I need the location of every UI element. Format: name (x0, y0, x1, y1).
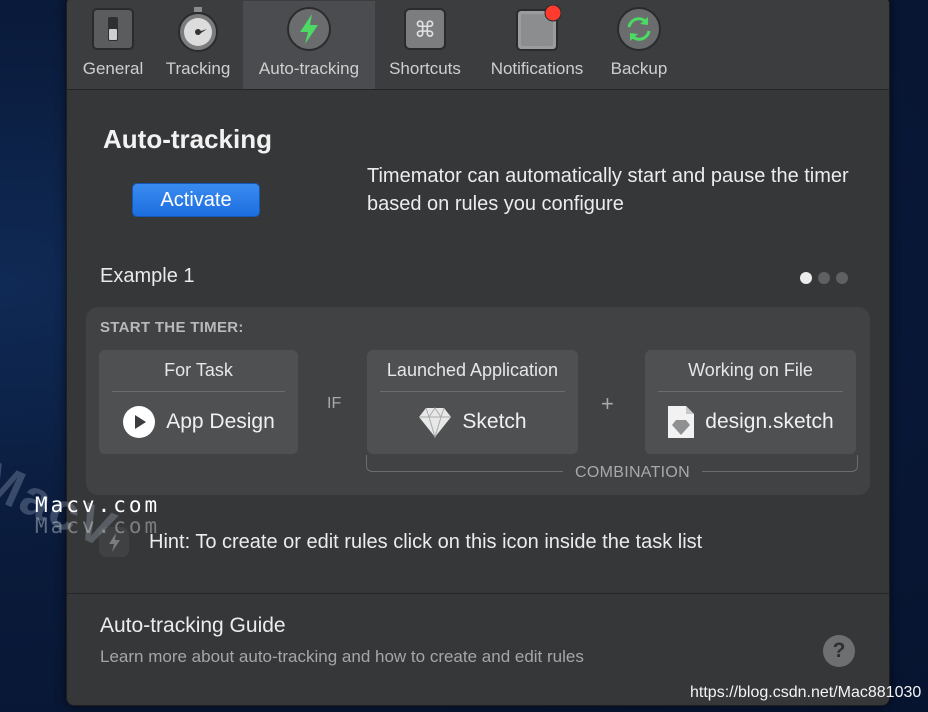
tab-label: Tracking (165, 59, 231, 78)
file-card: Working on File design.sketch (645, 350, 856, 454)
tab-label: General (82, 59, 144, 78)
play-icon (123, 406, 156, 438)
preferences-window: General Tracking Auto-tracking ⌘ Shortcu… (66, 0, 890, 706)
application-card-header: Launched Application (380, 359, 565, 392)
sync-icon (617, 7, 661, 51)
page-title: Auto-tracking (103, 124, 272, 154)
tab-label: Shortcuts (389, 59, 461, 78)
tab-notifications[interactable]: Notifications (477, 1, 597, 89)
page-dot-3[interactable] (836, 272, 848, 284)
svg-text:⌘: ⌘ (414, 18, 436, 43)
guide-subtitle: Learn more about auto-tracking and how t… (100, 647, 584, 666)
plus-operator: + (601, 391, 614, 416)
page-dot-1[interactable] (800, 272, 812, 284)
tab-shortcuts[interactable]: ⌘ Shortcuts (379, 1, 471, 89)
task-card-header: For Task (112, 359, 285, 392)
example-label: Example 1 (100, 265, 195, 287)
application-card: Launched Application Sketch (367, 350, 578, 454)
sketch-diamond-icon (419, 407, 452, 438)
help-button[interactable]: ? (823, 635, 855, 667)
application-card-value: Sketch (367, 402, 578, 442)
application-name: Sketch (462, 410, 527, 433)
divider (67, 593, 889, 594)
preferences-toolbar: General Tracking Auto-tracking ⌘ Shortcu… (67, 0, 889, 90)
watermark-shadow-text: Macv.com (35, 514, 161, 538)
guide-title: Auto-tracking Guide (100, 614, 286, 637)
sketch-file-icon (668, 406, 695, 438)
tab-tracking[interactable]: Tracking (157, 1, 239, 89)
auto-tracking-description: Timemator can automatically start and pa… (367, 165, 849, 215)
tab-label: Notifications (490, 59, 584, 78)
file-card-value: design.sketch (645, 402, 856, 442)
notification-icon (516, 5, 561, 51)
rule-example-panel: START THE TIMER: For Task App Design IF … (86, 307, 870, 495)
task-name: App Design (166, 410, 275, 433)
file-card-header: Working on File (658, 359, 843, 392)
tab-auto-tracking[interactable]: Auto-tracking (243, 1, 375, 89)
source-credit: https://blog.csdn.net/Mac881030 (690, 684, 922, 701)
tab-backup[interactable]: Backup (601, 1, 677, 89)
panel-heading: START THE TIMER: (100, 319, 244, 336)
if-operator: IF (327, 395, 342, 412)
stopwatch-icon (178, 7, 218, 52)
example-pager (800, 271, 854, 289)
switch-icon (92, 8, 134, 50)
activate-button[interactable]: Activate (132, 183, 260, 217)
hint-text: Hint: To create or edit rules click on t… (149, 531, 703, 553)
task-card-value: App Design (99, 402, 298, 442)
tab-label: Auto-tracking (258, 59, 360, 78)
command-key-icon: ⌘ (404, 8, 446, 50)
tab-general[interactable]: General (75, 1, 151, 89)
page-dot-2[interactable] (818, 272, 830, 284)
task-card: For Task App Design (99, 350, 298, 454)
lightning-icon (287, 7, 331, 51)
combination-label: COMBINATION (563, 464, 703, 482)
file-name: design.sketch (705, 410, 834, 433)
tab-label: Backup (610, 59, 668, 78)
